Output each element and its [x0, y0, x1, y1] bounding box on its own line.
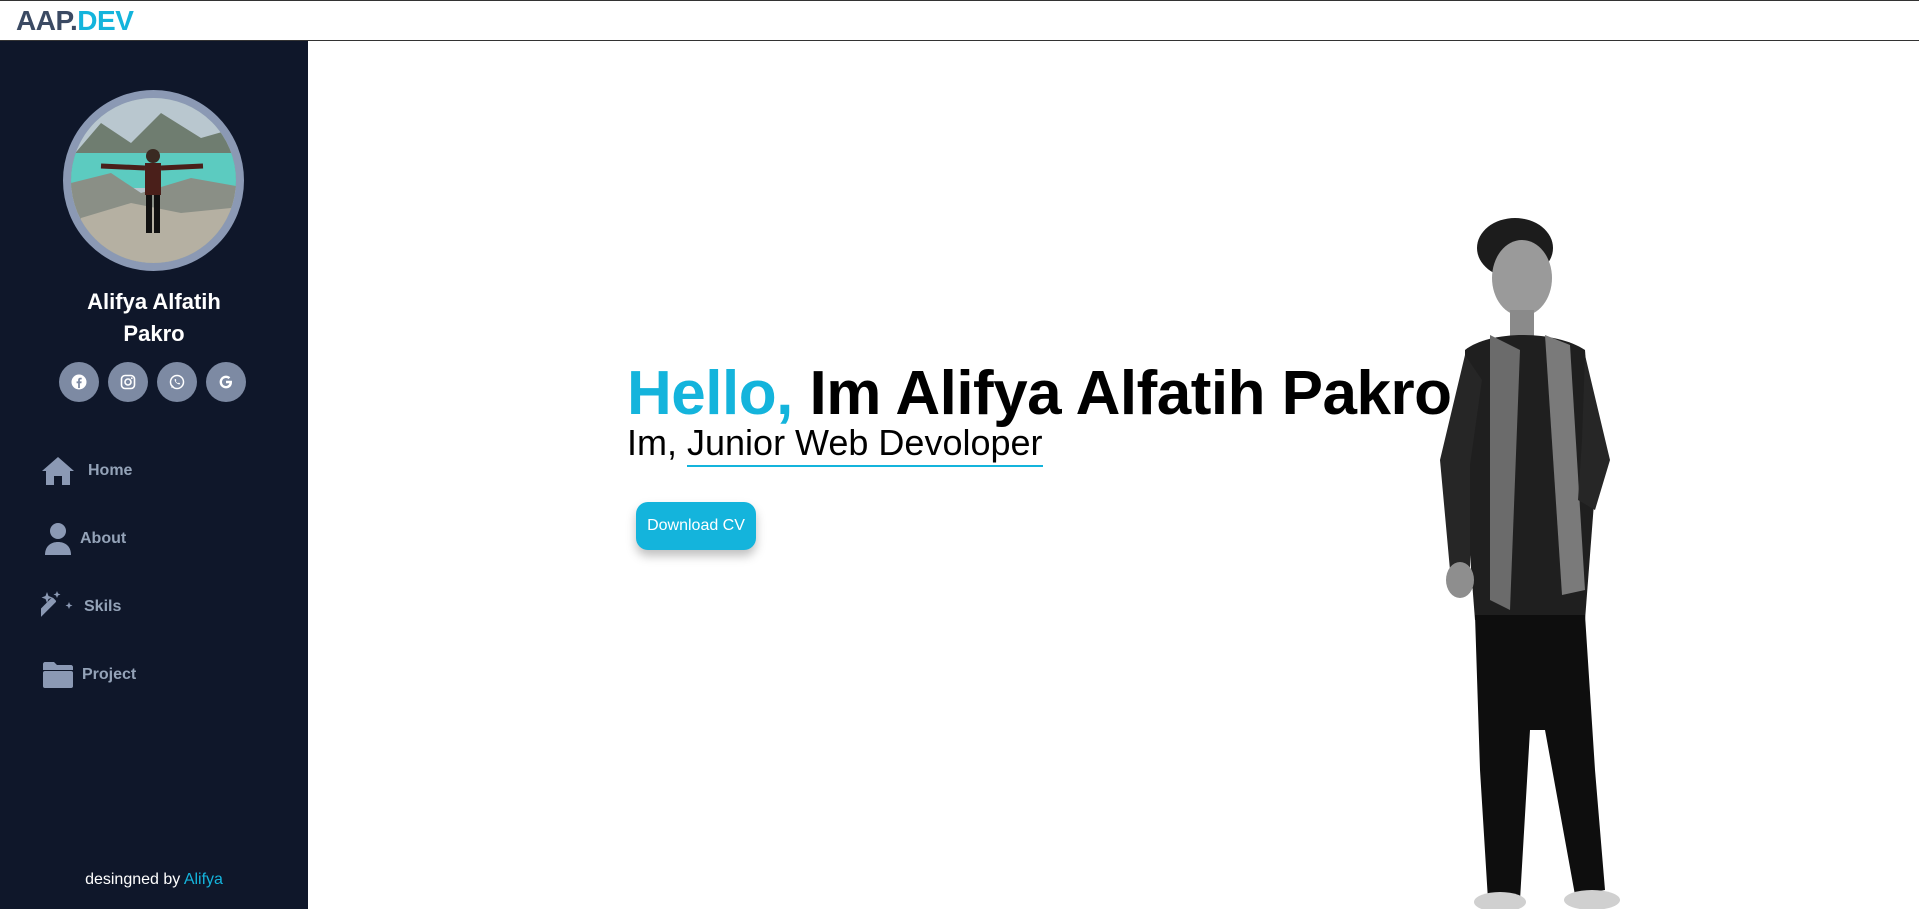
sidebar-item-project[interactable]: Project: [38, 655, 136, 695]
sidebar-item-label: Home: [88, 462, 133, 479]
hero-subtitle: Im, Junior Web Devoloper: [627, 422, 1043, 467]
sidebar-item-home[interactable]: Home: [38, 451, 132, 491]
logo-part-2: DEV: [77, 5, 134, 36]
user-icon: [38, 521, 78, 557]
facebook-icon[interactable]: [59, 362, 99, 402]
instagram-icon[interactable]: [108, 362, 148, 402]
hero-title-rest: Im Alifya Alfatih Pakro: [792, 359, 1452, 428]
google-icon[interactable]: [206, 362, 246, 402]
hero-sub-prefix: Im,: [627, 422, 687, 463]
footer-author-link[interactable]: Alifya: [184, 871, 223, 888]
hero-role: Junior Web Devoloper: [687, 422, 1043, 467]
hero-person-image: [1440, 218, 1620, 909]
footer-credit: desingned by Alifya: [0, 871, 308, 889]
logo-part-1: AAP.: [16, 5, 78, 36]
home-icon: [38, 453, 78, 489]
profile-name: Alifya Alfatih Pakro: [87, 289, 221, 346]
sidebar-item-label: Skils: [84, 598, 122, 615]
top-bar: AAP.DEV: [0, 0, 1919, 41]
download-cv-button[interactable]: Download CV: [636, 502, 756, 550]
social-links: [59, 362, 246, 402]
whatsapp-icon[interactable]: [157, 362, 197, 402]
folder-icon: [38, 657, 78, 693]
hero-hello: Hello,: [627, 359, 793, 428]
footer-prefix: desingned by: [85, 871, 184, 888]
avatar: [63, 90, 244, 271]
magic-wand-icon: [38, 589, 78, 625]
avatar-photo: [71, 98, 236, 263]
sidebar-item-skils[interactable]: Skils: [38, 587, 121, 627]
sidebar: Alifya Alfatih Pakro Home About Skils Pr…: [0, 41, 308, 909]
sidebar-item-label: Project: [82, 666, 137, 683]
sidebar-item-label: About: [80, 530, 127, 547]
hero-title: Hello, Im Alifya Alfatih Pakro: [627, 358, 1452, 429]
site-logo[interactable]: AAP.DEV: [16, 5, 134, 37]
sidebar-item-about[interactable]: About: [38, 519, 126, 559]
